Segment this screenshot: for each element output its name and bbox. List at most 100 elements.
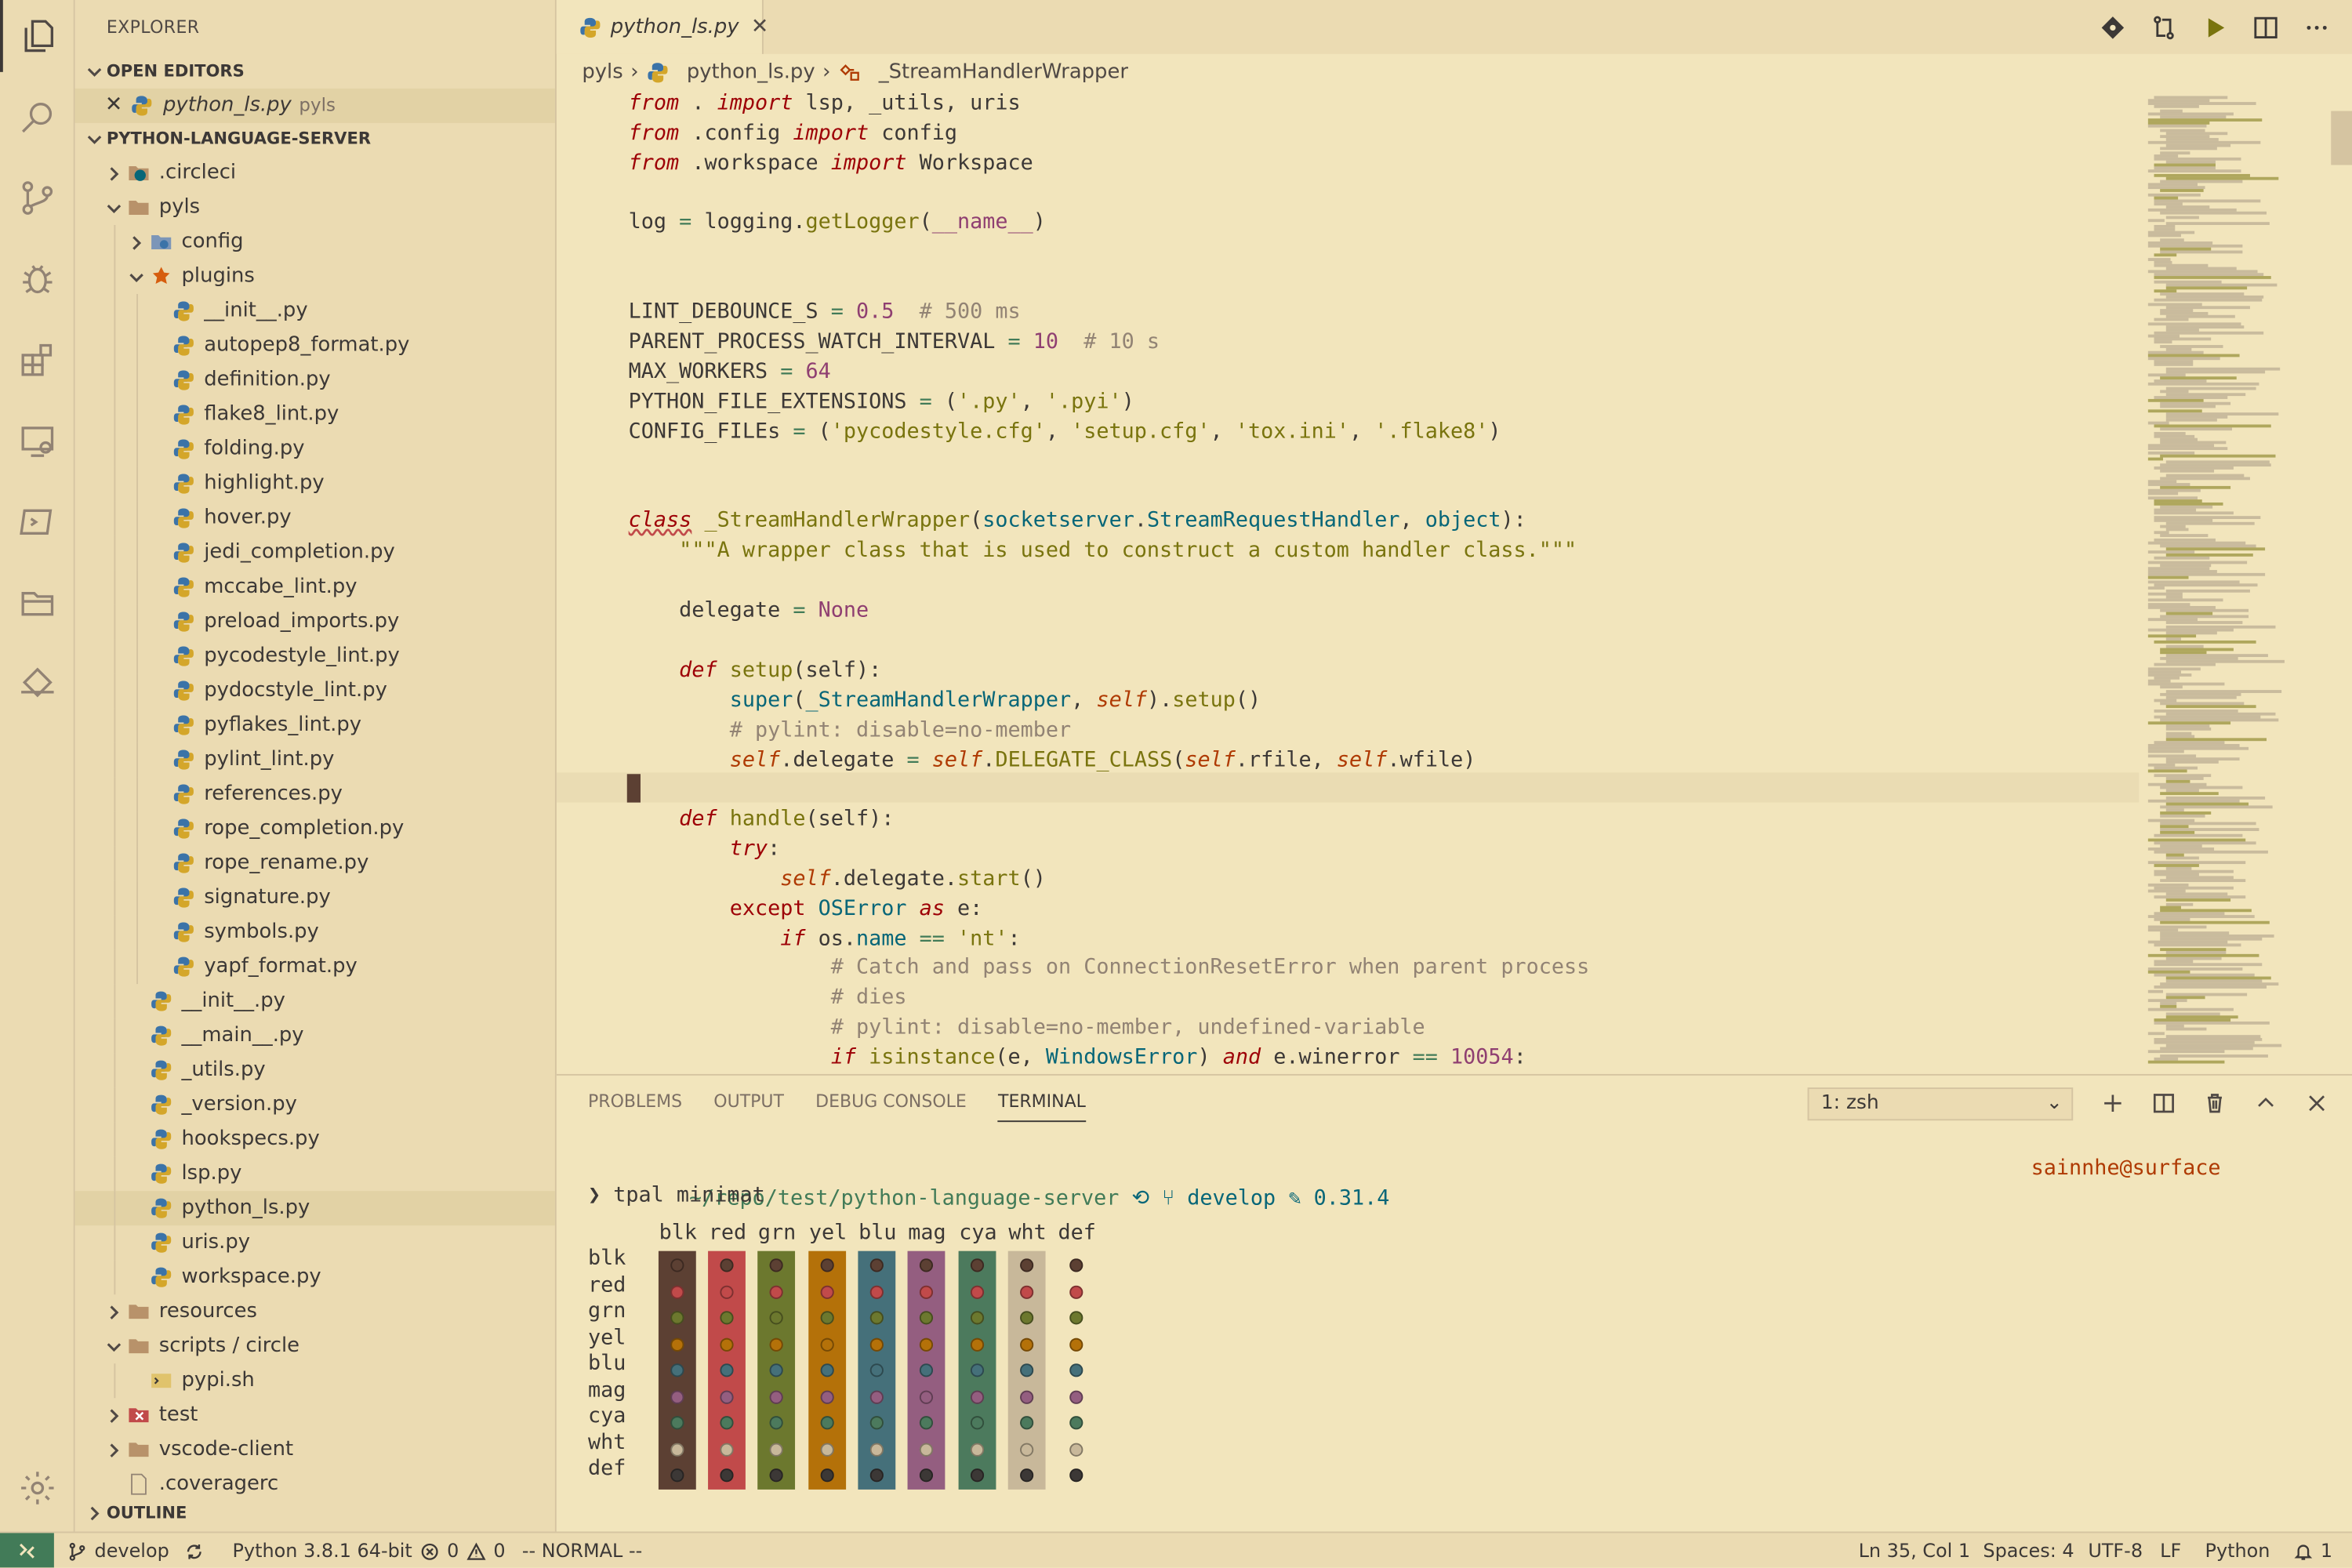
terminal-select[interactable]: 1: zsh ⌄ [1807,1087,2074,1121]
tree-item[interactable]: workspace.py [75,1260,555,1295]
debug-icon[interactable] [0,243,75,315]
python-interpreter[interactable]: Python 3.8.1 64-bit [233,1533,412,1567]
open-editor-item[interactable]: ✕ python_ls.py pyls [74,88,555,123]
tree-item[interactable]: pycodestyle_lint.py [75,639,555,674]
more-actions-icon[interactable] [2301,12,2331,42]
notifications[interactable]: 1 [2293,1533,2332,1567]
indentation[interactable]: Spaces: 4 [1983,1533,2074,1567]
tree-item[interactable]: pyls [75,191,555,225]
tab-problems[interactable]: PROBLEMS [588,1091,682,1122]
encoding[interactable]: UTF-8 [2088,1533,2143,1567]
outline-label: OUTLINE [106,1503,187,1523]
tree-item[interactable]: python_ls.py [74,1191,555,1226]
open-editors-section[interactable]: OPEN EDITORS [75,56,555,89]
remote-icon[interactable] [0,1533,54,1568]
breadcrumb-symbol[interactable]: _StreamHandlerWrapper [879,54,1128,90]
terminal-output[interactable]: ~/repo/test/python-language-server ⟲ ⑂ d… [588,1153,2343,1528]
problems-status[interactable]: 0 0 [420,1533,506,1567]
sync-icon[interactable] [184,1533,204,1567]
tree-item[interactable]: yapf_format.py [75,949,555,985]
python-file-icon [148,1231,172,1255]
code-editor[interactable]: from . import lsp, _utils, uris from .co… [556,90,2140,1074]
split-editor-icon[interactable] [2250,12,2280,42]
search-icon[interactable] [0,81,75,153]
tree-item[interactable]: scripts / circle [75,1329,555,1363]
tree-item[interactable]: pylint_lint.py [75,742,555,778]
tree-item[interactable]: pypi.sh [75,1363,555,1399]
tree-item[interactable]: _utils.py [75,1053,555,1088]
cursor-position[interactable]: Ln 35, Col 1 [1859,1533,1971,1567]
tree-item[interactable]: __init__.py [75,294,555,329]
tree-item[interactable]: hover.py [75,501,555,536]
git-graph-icon[interactable] [0,648,75,720]
folder-icon[interactable] [0,567,75,639]
tree-item[interactable]: autopep8_format.py [75,328,555,364]
source-control-icon[interactable] [0,162,75,234]
trash-icon[interactable] [2199,1087,2229,1117]
tree-item[interactable]: hookspecs.py [75,1122,555,1157]
tree-item[interactable]: vscode-client [75,1432,555,1467]
new-terminal-icon[interactable] [2097,1087,2127,1117]
tree-item[interactable]: resources [75,1294,555,1329]
tree-item[interactable]: lsp.py [75,1156,555,1192]
close-panel-icon[interactable] [2301,1087,2331,1117]
tree-item[interactable]: uris.py [75,1225,555,1261]
tree-item[interactable]: mccabe_lint.py [75,570,555,605]
git-lens-icon[interactable] [2097,12,2127,42]
tree-item[interactable]: symbols.py [75,915,555,950]
terminal-icon[interactable] [0,486,75,558]
python-file-icon [171,403,195,427]
compare-changes-icon[interactable] [2148,12,2178,42]
split-terminal-icon[interactable] [2148,1087,2178,1117]
palette-swatch [720,1363,734,1377]
maximize-panel-icon[interactable] [2250,1087,2280,1117]
tab-output[interactable]: OUTPUT [713,1091,784,1122]
tree-item[interactable]: test [75,1398,555,1432]
language-mode[interactable]: Python [2205,1533,2270,1567]
tab-debug-console[interactable]: DEBUG CONSOLE [815,1091,967,1122]
tree-item[interactable]: jedi_completion.py [75,535,555,571]
gear-icon[interactable] [0,1452,75,1524]
line-ending[interactable]: LF [2160,1533,2181,1567]
explorer-icon[interactable] [0,0,75,72]
tree-item[interactable]: __main__.py [75,1018,555,1054]
tree-item[interactable]: highlight.py [75,466,555,502]
close-tab-icon[interactable]: ✕ [751,15,768,39]
palette-swatch [919,1363,934,1377]
tree-item[interactable]: config [75,224,555,260]
remote-explorer-icon[interactable] [0,405,75,477]
breadcrumb-file[interactable]: python_ls.py [687,54,815,90]
palette-swatch [919,1284,934,1298]
palette-column-header: yel [808,1221,848,1246]
indent-guide [136,363,139,398]
palette-row-label: grn [588,1298,626,1323]
tree-item[interactable]: pyflakes_lint.py [75,708,555,743]
tree-item[interactable]: _version.py [75,1087,555,1123]
tree-item[interactable]: pydocstyle_lint.py [75,673,555,709]
minimap-slider[interactable] [2331,111,2352,165]
palette-swatch [970,1468,985,1483]
palette-swatch [720,1284,734,1298]
tab-terminal[interactable]: TERMINAL [998,1091,1086,1123]
minimap[interactable] [2139,90,2352,1074]
tree-item[interactable]: folding.py [75,432,555,467]
tree-item[interactable]: definition.py [75,363,555,398]
breadcrumb-folder[interactable]: pyls [582,54,622,90]
run-icon[interactable] [2199,12,2229,42]
tree-item[interactable]: plugins [75,260,555,295]
outline-section[interactable]: OUTLINE [75,1497,555,1530]
tree-item[interactable]: rope_completion.py [75,811,555,847]
tree-item[interactable]: rope_rename.py [75,846,555,881]
tree-item[interactable]: .circleci [75,156,555,191]
tree-item[interactable]: __init__.py [75,984,555,1019]
extensions-icon[interactable] [0,324,75,396]
tree-item[interactable]: references.py [75,777,555,812]
tree-item[interactable]: preload_imports.py [75,604,555,640]
close-icon[interactable]: ✕ [105,89,122,123]
tab-python-ls[interactable]: python_ls.py ✕ [556,0,768,54]
project-section[interactable]: PYTHON-LANGUAGE-SERVER [75,123,555,156]
branch-status[interactable]: develop [67,1533,169,1567]
tree-item[interactable]: signature.py [75,880,555,916]
palette-row-label: wht [588,1430,626,1454]
tree-item[interactable]: flake8_lint.py [75,397,555,433]
